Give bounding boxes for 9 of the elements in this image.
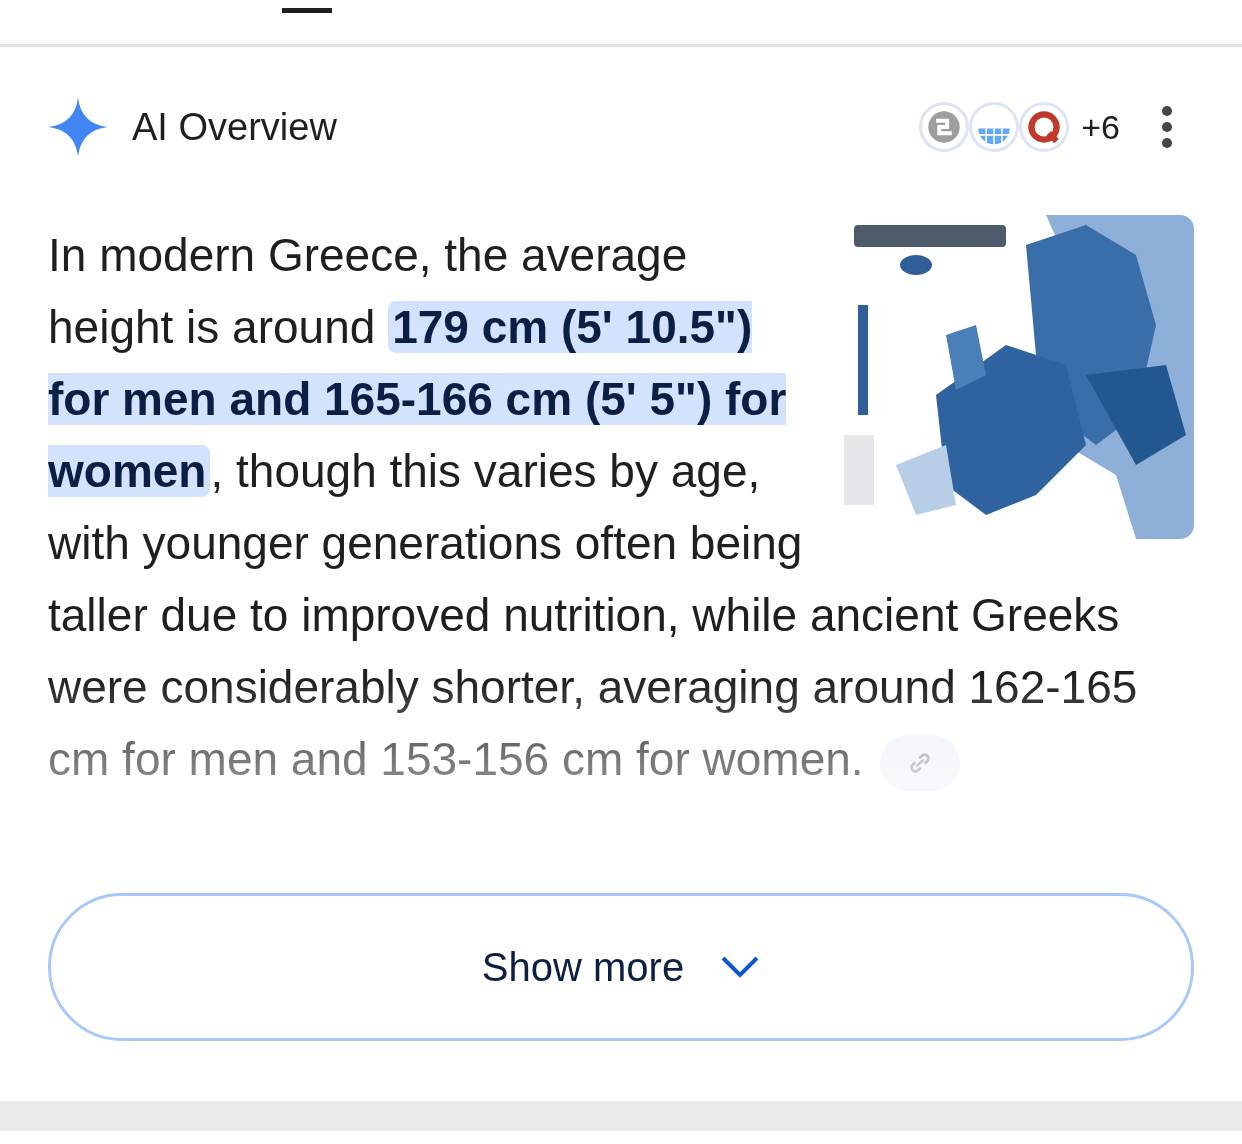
grid-globe-icon[interactable] — [969, 102, 1020, 152]
sparkle-icon — [48, 97, 108, 157]
source-count[interactable]: +6 — [1081, 107, 1120, 147]
chevron-down-icon — [720, 954, 761, 980]
more-options-icon[interactable] — [1160, 105, 1174, 149]
overview-title: AI Overview — [132, 105, 338, 149]
ring-icon[interactable] — [1019, 102, 1070, 152]
show-more-button[interactable]: Show more — [48, 893, 1194, 1041]
tab-indicator — [282, 8, 332, 13]
